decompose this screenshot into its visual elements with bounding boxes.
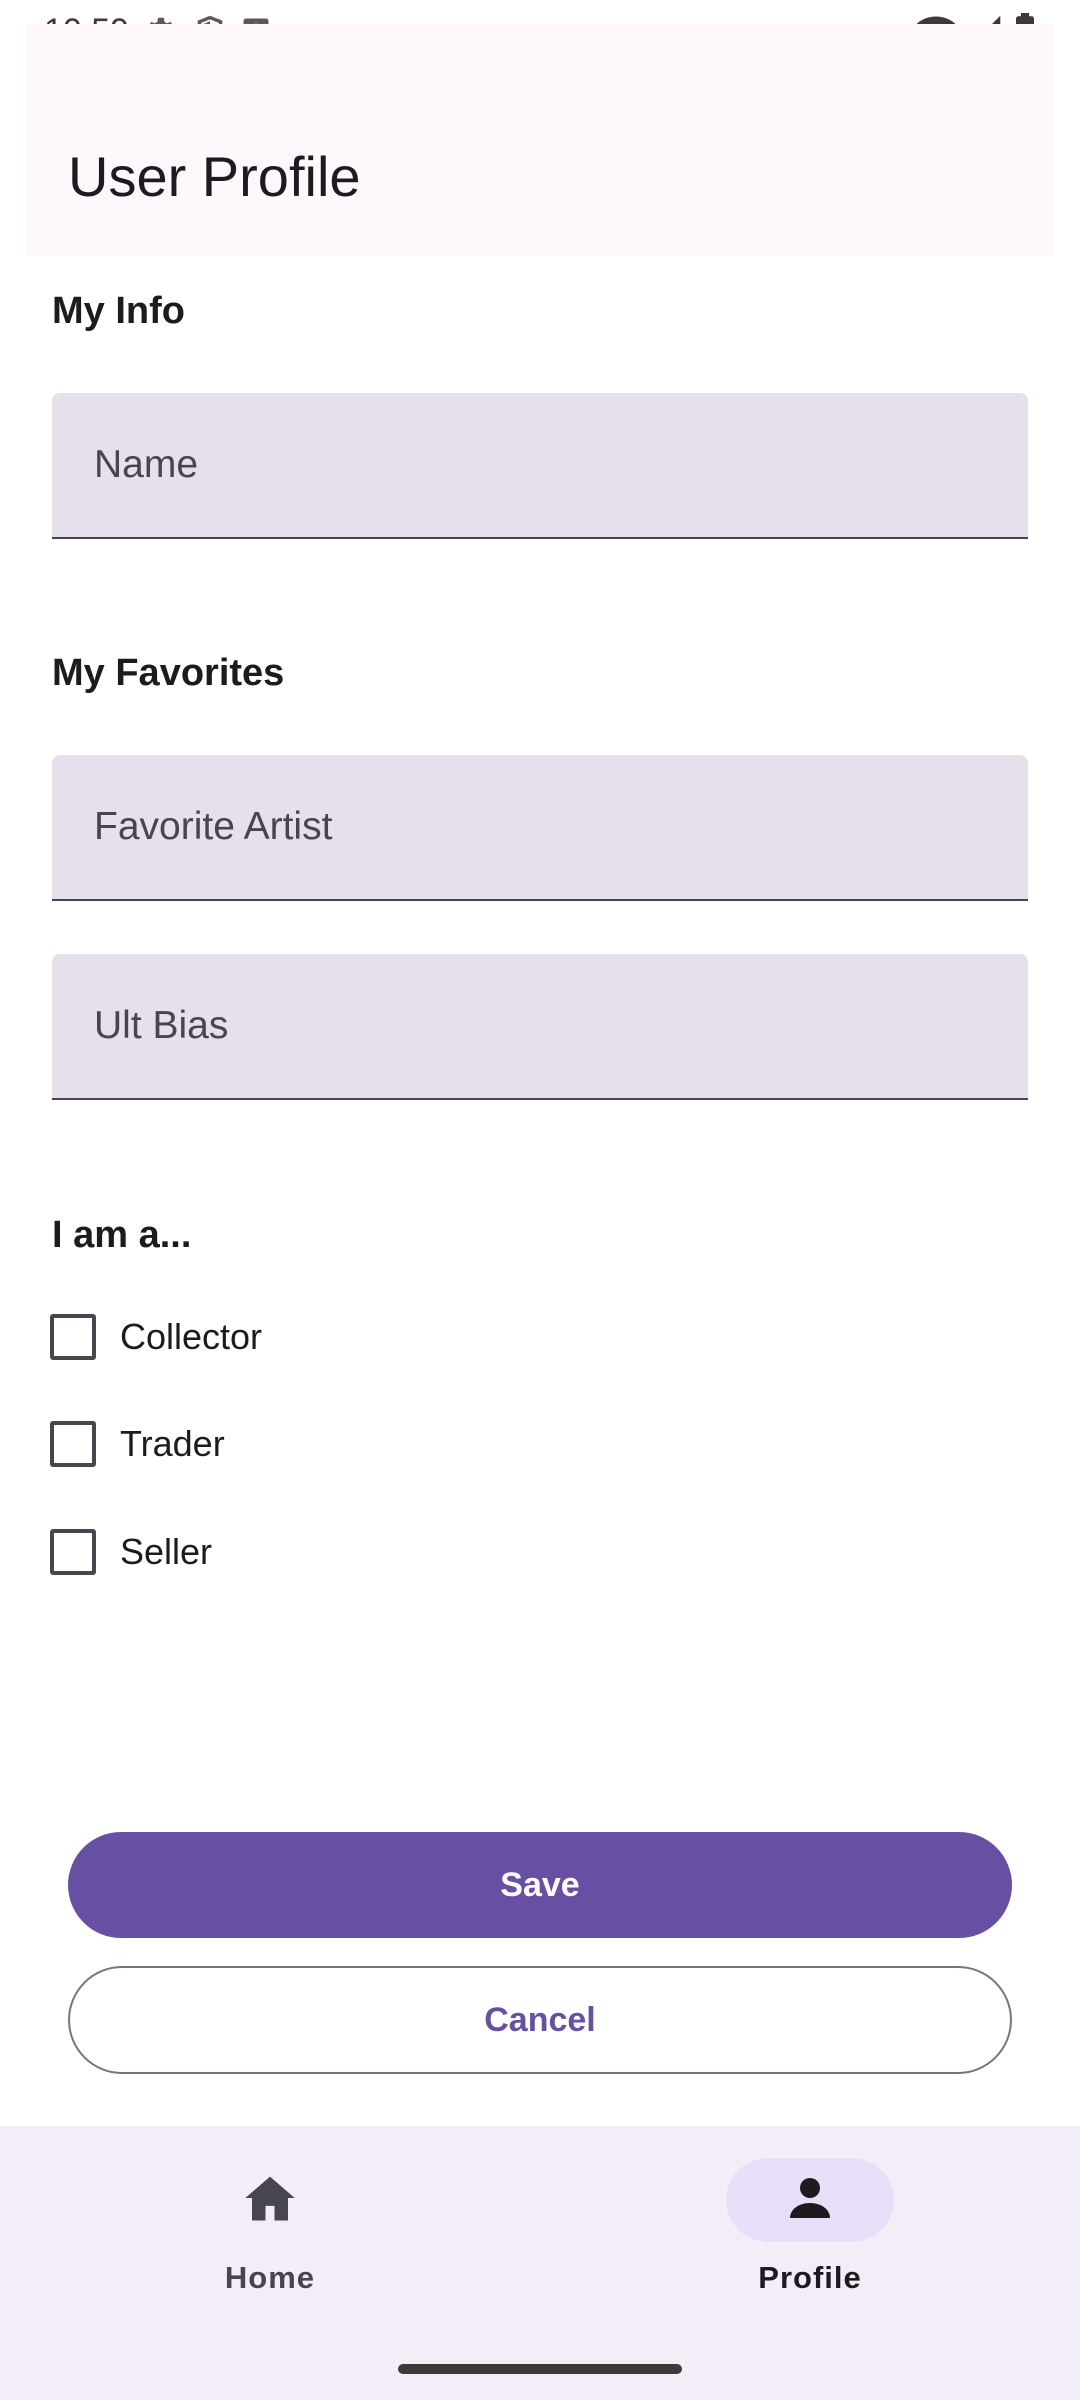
- top-app-bar: User Profile: [26, 24, 1054, 256]
- cancel-button[interactable]: Cancel: [68, 1966, 1012, 2074]
- person-icon: [786, 2174, 834, 2227]
- checkbox-row-trader[interactable]: Trader: [50, 1414, 225, 1474]
- seller-checkbox[interactable]: [50, 1529, 96, 1575]
- name-input[interactable]: [52, 393, 1028, 537]
- ult-bias-field[interactable]: [52, 954, 1028, 1100]
- user-profile-screen: 10:59 User Profile My In: [0, 0, 1080, 2400]
- section-title-i-am-a: I am a...: [52, 1214, 192, 1256]
- seller-label: Seller: [120, 1531, 213, 1572]
- bottom-navigation: Home Profile: [0, 2126, 1080, 2400]
- nav-label-home: Home: [224, 2260, 316, 2295]
- nav-item-home[interactable]: Home: [120, 2158, 420, 2296]
- checkbox-row-seller[interactable]: Seller: [50, 1522, 212, 1582]
- nav-item-profile[interactable]: Profile: [660, 2158, 960, 2296]
- nav-pill-profile[interactable]: [726, 2158, 894, 2242]
- trader-checkbox[interactable]: [50, 1421, 96, 1467]
- gesture-home-indicator[interactable]: [398, 2364, 682, 2374]
- section-title-my-favorites: My Favorites: [52, 652, 285, 694]
- checkbox-row-collector[interactable]: Collector: [50, 1307, 262, 1367]
- page-title: User Profile: [68, 145, 361, 208]
- nav-label-profile: Profile: [758, 2260, 862, 2295]
- trader-label: Trader: [120, 1423, 225, 1464]
- collector-checkbox[interactable]: [50, 1314, 96, 1360]
- collector-label: Collector: [120, 1316, 263, 1357]
- nav-pill-home[interactable]: [186, 2158, 354, 2242]
- favorite-artist-field[interactable]: [52, 755, 1028, 901]
- save-button[interactable]: Save: [68, 1832, 1012, 1938]
- name-field[interactable]: [52, 393, 1028, 539]
- section-title-my-info: My Info: [52, 290, 185, 332]
- favorite-artist-input[interactable]: [52, 755, 1028, 899]
- ult-bias-input[interactable]: [52, 954, 1028, 1098]
- home-icon: [243, 2173, 297, 2228]
